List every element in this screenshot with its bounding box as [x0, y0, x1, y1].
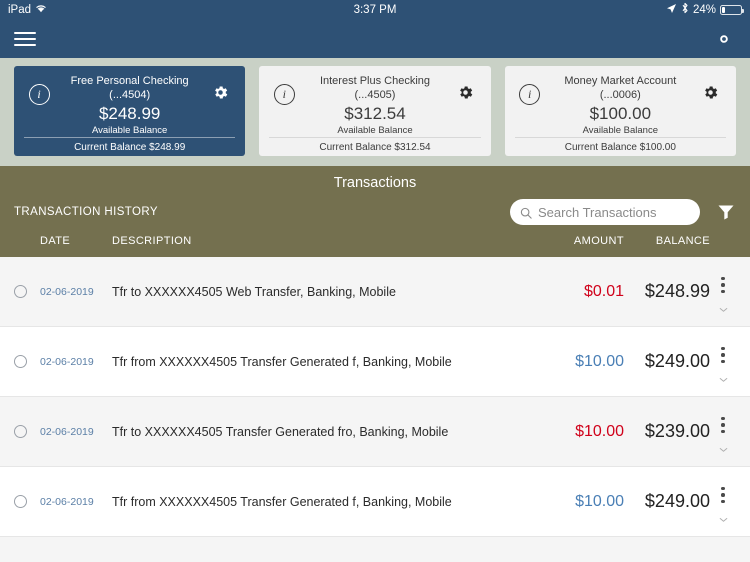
transaction-date: 02-06-2019: [40, 425, 94, 438]
chevron-down-icon[interactable]: [719, 440, 728, 453]
table-row-partial[interactable]: [0, 537, 750, 562]
account-card-details: Money Market Account (...0006) $100.00 A…: [545, 72, 696, 137]
transaction-balance: $249.00: [644, 351, 710, 371]
gear-icon[interactable]: [205, 72, 235, 101]
account-available-label: Available Balance: [91, 125, 168, 136]
account-available-label: Available Balance: [337, 125, 413, 136]
search-icon: [520, 206, 532, 219]
transaction-description: Tfr to XXXXXX4505 Transfer Generated fro…: [112, 424, 449, 439]
account-name: Free Personal Checking: [70, 75, 189, 87]
battery-percent-label: 24%: [692, 4, 716, 16]
wifi-icon: [35, 3, 47, 17]
bluetooth-icon: [681, 2, 689, 18]
account-number: (...0006): [599, 89, 641, 101]
gear-icon[interactable]: [451, 72, 481, 101]
more-options-icon[interactable]: [721, 346, 725, 364]
transactions-list: 02-06-2019 Tfr to XXXXXX4505 Web Transfe…: [0, 257, 750, 562]
account-card-body: i Free Personal Checking (...4504) $248.…: [24, 72, 235, 137]
more-options-icon[interactable]: [721, 416, 725, 434]
account-card-free-personal-checking[interactable]: i Free Personal Checking (...4504) $248.…: [14, 66, 246, 159]
location-arrow-icon: [666, 3, 677, 18]
app-screen: iPad 3:37 PM 24% i Free Personal Checkin…: [0, 0, 750, 562]
hamburger-menu-icon[interactable]: [14, 28, 36, 50]
account-available-label: Available Balance: [582, 125, 658, 136]
account-name: Interest Plus Checking: [319, 75, 431, 87]
account-amount: $312.54: [344, 104, 406, 123]
more-options-icon[interactable]: [721, 486, 725, 504]
info-circle-icon[interactable]: i: [24, 72, 54, 105]
account-current-balance: Current Balance $312.54: [269, 137, 481, 159]
account-number: (...4504): [109, 89, 151, 101]
account-current-balance: Current Balance $248.99: [24, 137, 236, 159]
row-select-checkbox[interactable]: [14, 425, 40, 438]
account-card-details: Interest Plus Checking (...4505) $312.54…: [299, 72, 450, 137]
chevron-down-icon[interactable]: [719, 300, 728, 313]
chevron-down-icon[interactable]: [719, 510, 728, 523]
carrier-label: iPad: [8, 4, 32, 16]
transaction-description: Tfr from XXXXXX4505 Transfer Generated f…: [112, 354, 452, 369]
table-row[interactable]: 02-06-2019 Tfr to XXXXXX4505 Web Transfe…: [0, 257, 750, 327]
account-name: Money Market Account: [564, 75, 677, 87]
column-header-date: DATE: [40, 235, 71, 247]
transaction-description: Tfr to XXXXXX4505 Web Transfer, Banking,…: [112, 284, 396, 299]
gear-icon[interactable]: [712, 27, 736, 51]
transactions-toolbar: TRANSACTION HISTORY: [0, 199, 750, 235]
filter-funnel-icon[interactable]: [716, 202, 736, 222]
transaction-history-label: TRANSACTION HISTORY: [14, 206, 158, 218]
transaction-amount: $10.00: [575, 492, 624, 510]
gear-icon[interactable]: [696, 72, 726, 101]
row-select-checkbox[interactable]: [14, 285, 40, 298]
account-current-balance: Current Balance $100.00: [514, 137, 726, 159]
transaction-description: Tfr from XXXXXX4505 Transfer Generated f…: [112, 494, 452, 509]
status-bar-right: 24%: [666, 2, 744, 18]
transaction-date: 02-06-2019: [40, 495, 94, 508]
account-amount: $248.99: [98, 104, 161, 123]
transaction-date: 02-06-2019: [40, 285, 94, 298]
transaction-balance: $239.00: [644, 421, 710, 441]
chevron-down-icon[interactable]: [719, 370, 728, 383]
account-amount: $100.00: [589, 104, 652, 123]
account-card-money-market-account[interactable]: i Money Market Account (...0006) $100.00…: [504, 66, 736, 159]
column-headers: DATE DESCRIPTION AMOUNT BALANCE: [0, 235, 750, 257]
table-row[interactable]: 02-06-2019 Tfr from XXXXXX4505 Transfer …: [0, 327, 750, 397]
row-menu[interactable]: [710, 276, 736, 313]
account-number: (...4505): [354, 89, 396, 101]
navigation-bar: [0, 20, 750, 58]
status-bar-left: iPad: [8, 3, 47, 17]
status-bar-time: 3:37 PM: [353, 4, 397, 16]
row-menu[interactable]: [710, 346, 736, 383]
account-card-details: Free Personal Checking (...4504) $248.99…: [54, 72, 205, 137]
transaction-amount: $10.00: [575, 352, 624, 370]
info-circle-icon[interactable]: i: [269, 72, 299, 105]
table-row[interactable]: 02-06-2019 Tfr to XXXXXX4505 Transfer Ge…: [0, 397, 750, 467]
battery-icon: [720, 5, 744, 15]
transaction-amount: $10.00: [575, 422, 624, 440]
account-card-body: i Money Market Account (...0006) $100.00…: [515, 72, 726, 137]
account-card-interest-plus-checking[interactable]: i Interest Plus Checking (...4505) $312.…: [259, 66, 491, 159]
transaction-balance: $249.00: [644, 491, 710, 511]
column-header-description: DESCRIPTION: [112, 235, 192, 247]
accounts-strip: i Free Personal Checking (...4504) $248.…: [0, 58, 750, 166]
transaction-balance: $248.99: [644, 281, 710, 301]
column-header-balance: BALANCE: [655, 235, 710, 247]
column-header-amount: AMOUNT: [573, 235, 624, 247]
transaction-date: 02-06-2019: [40, 355, 94, 368]
row-menu[interactable]: [710, 416, 736, 453]
search-field[interactable]: [510, 199, 700, 225]
info-circle-icon[interactable]: i: [515, 72, 545, 105]
transaction-amount: $0.01: [583, 282, 624, 300]
table-row[interactable]: 02-06-2019 Tfr from XXXXXX4505 Transfer …: [0, 467, 750, 537]
row-select-checkbox[interactable]: [14, 355, 40, 368]
search-input[interactable]: [538, 204, 690, 220]
status-bar: iPad 3:37 PM 24%: [0, 0, 750, 20]
account-card-body: i Interest Plus Checking (...4505) $312.…: [269, 72, 480, 137]
more-options-icon[interactable]: [721, 276, 725, 294]
transactions-header: Transactions TRANSACTION HISTORY DATE DE…: [0, 166, 750, 257]
row-select-checkbox[interactable]: [14, 495, 40, 508]
page-title: Transactions: [333, 175, 417, 191]
row-menu[interactable]: [710, 486, 736, 523]
